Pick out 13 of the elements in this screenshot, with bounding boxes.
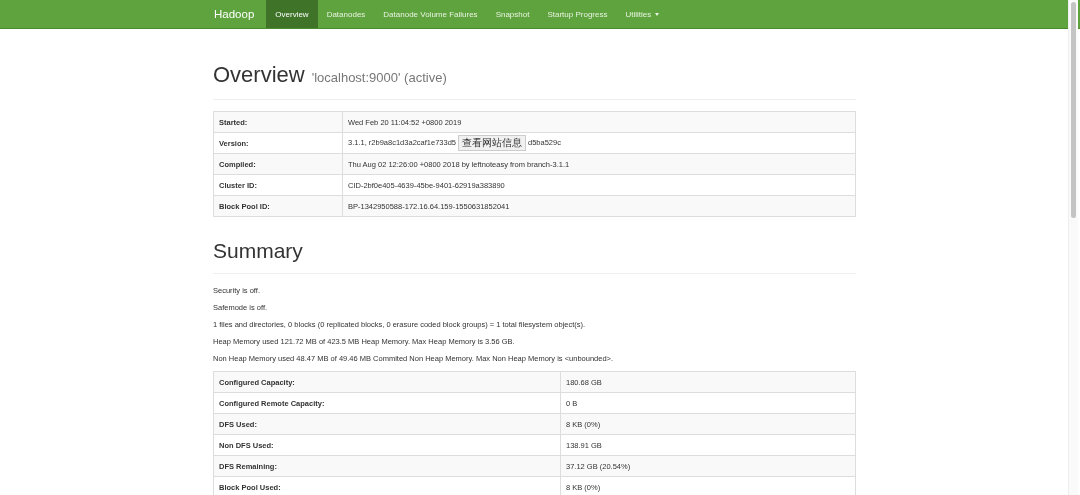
page-title: Overview [213,62,305,88]
scrollbar-thumb[interactable] [1071,2,1076,218]
nav-tab[interactable]: Utilities [616,0,669,28]
nav-tab[interactable]: Snapshot [486,0,539,28]
nav-tab[interactable]: Overview [266,0,318,28]
nav-tab[interactable]: Startup Progress [538,0,617,28]
nav-tab[interactable]: Datanode Volume Failures [374,0,487,28]
scrollbar[interactable] [1068,0,1078,495]
nav-tab[interactable]: Datanodes [317,0,375,28]
brand-link[interactable]: Hadoop [205,0,264,28]
tooltip: 查看网站信息 [458,135,526,151]
page-subtitle: 'localhost:9000' (active) [311,70,447,85]
section-title: Summary [213,239,304,263]
